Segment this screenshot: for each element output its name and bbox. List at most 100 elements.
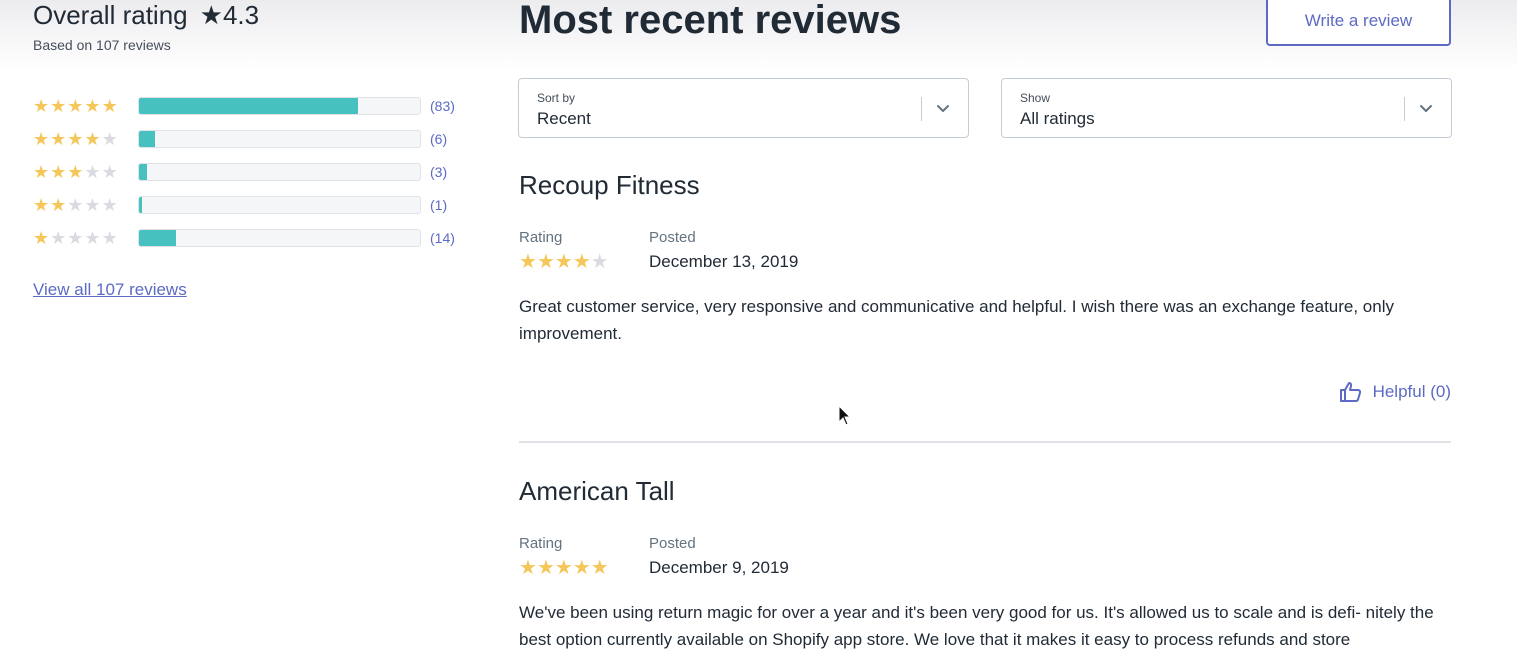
distribution-bar [138,129,421,148]
mouse-cursor-icon [838,405,852,426]
sort-by-value: Recent [537,109,591,128]
star-icon: ★ [33,161,50,182]
star-icon: ★ [67,227,84,248]
distribution-count[interactable]: (83) [430,98,455,114]
star-icon: ★ [33,194,50,215]
distribution-count[interactable]: (14) [430,230,455,246]
star-icon: ★ [572,557,591,579]
star-icon: ★ [67,128,84,149]
helpful-label: Helpful (0) [1372,382,1451,401]
star-icon: ★ [101,161,118,182]
review-card: Recoup Fitness Rating ★ ★ ★ ★ ★ Posted Decem… [519,170,1451,420]
star-icon: ★ [50,161,67,182]
star-icon: ★ [84,194,101,215]
write-review-button[interactable]: Write a review [1266,0,1451,46]
show-label: Show [1020,91,1051,105]
posted-label: Posted [649,535,696,552]
distribution-count[interactable]: (1) [430,197,447,213]
star-icon: ★ [536,251,555,273]
review-body: Great customer service, very responsive … [519,297,1394,343]
star-icon: ★ [199,0,223,30]
review-rating: Rating ★ ★ ★ ★ ★ [519,229,649,272]
star-icon: ★ [554,557,573,579]
page-title: Most recent reviews [519,0,902,42]
star-icon: ★ [536,557,555,579]
star-icon: ★ [50,128,67,149]
distribution-bar-fill [139,97,359,114]
posted-label: Posted [649,229,696,246]
review-meta: Rating ★ ★ ★ ★ ★ Posted December 9, 2019 [519,535,789,578]
star-icon: ★ [101,194,118,215]
star-icon: ★ [33,95,50,116]
rating-label: Rating [519,535,563,552]
star-icon: ★ [50,95,67,116]
average-rating: ★4.3 [200,0,259,31]
review-date: December 9, 2019 [649,558,789,577]
helpful-button[interactable]: Helpful (0) [1339,380,1451,404]
distribution-count[interactable]: (3) [430,164,447,180]
rating-distribution: ★ ★ ★ ★ ★ (83) ★ ★ ★ ★ ★ (6) ★ ★ ★ ★ ★ (3) ★ ★ ★ ★ ★ (1)… [33,89,473,254]
select-divider [1404,97,1405,121]
distribution-row-1[interactable]: ★ ★ ★ ★ ★ (14) [33,221,473,254]
review-divider [519,441,1451,443]
rating-label: Rating [519,229,563,246]
review-body: We've been using return magic for over a… [519,603,1434,649]
star-icon: ★ [590,557,609,579]
star-rating: ★ ★ ★ ★ ★ [33,229,138,247]
review-meta: Rating ★ ★ ★ ★ ★ Posted December 13, 2019 [519,229,798,272]
star-icon: ★ [67,161,84,182]
distribution-bar-fill [139,229,176,246]
distribution-row-2[interactable]: ★ ★ ★ ★ ★ (1) [33,188,473,221]
star-icon: ★ [33,227,50,248]
distribution-bar [138,162,421,181]
chevron-down-icon [1420,105,1432,112]
select-divider [921,97,922,121]
show-value: All ratings [1020,109,1095,128]
overall-rating-label: Overall rating [33,0,188,30]
distribution-row-3[interactable]: ★ ★ ★ ★ ★ (3) [33,155,473,188]
review-rating: Rating ★ ★ ★ ★ ★ [519,535,649,578]
star-icon: ★ [84,128,101,149]
star-icon: ★ [67,194,84,215]
star-icon: ★ [590,251,609,273]
show-ratings-select[interactable]: Show All ratings [1001,78,1452,138]
star-icon: ★ [101,95,118,116]
review-posted: Posted December 9, 2019 [649,535,789,578]
star-rating: ★ ★ ★ ★ ★ [33,196,138,214]
star-icon: ★ [67,95,84,116]
star-rating: ★ ★ ★ ★ ★ [33,97,138,115]
distribution-bar [138,228,421,247]
distribution-row-5[interactable]: ★ ★ ★ ★ ★ (83) [33,89,473,122]
star-icon: ★ [519,251,537,273]
distribution-row-4[interactable]: ★ ★ ★ ★ ★ (6) [33,122,473,155]
star-rating: ★ ★ ★ ★ ★ [33,130,138,148]
review-date: December 13, 2019 [649,252,799,271]
thumbs-up-icon [1339,382,1361,402]
distribution-bar-fill [139,130,155,147]
review-card: American Tall Rating ★ ★ ★ ★ ★ Posted Decemb… [519,476,1451,664]
star-icon: ★ [84,227,101,248]
star-icon: ★ [101,227,118,248]
view-all-reviews-link[interactable]: View all 107 reviews [33,280,187,300]
chevron-down-icon [937,105,949,112]
review-stars: ★ ★ ★ ★ ★ [519,252,649,272]
distribution-bar [138,96,421,115]
overall-rating-heading: Overall rating ★4.3 [33,0,259,31]
star-icon: ★ [554,251,573,273]
distribution-bar-fill [139,163,147,180]
average-rating-value: 4.3 [222,0,260,30]
review-count-caption: Based on 107 reviews [33,37,171,53]
star-icon: ★ [101,128,118,149]
star-icon: ★ [50,227,67,248]
star-icon: ★ [33,128,50,149]
distribution-bar-fill [139,196,142,213]
review-store-name: American Tall [519,476,675,506]
review-posted: Posted December 13, 2019 [649,229,798,272]
star-icon: ★ [84,161,101,182]
distribution-bar [138,195,421,214]
sort-by-select[interactable]: Sort by Recent [518,78,969,138]
distribution-count[interactable]: (6) [430,131,447,147]
sort-by-label: Sort by [537,91,576,105]
star-icon: ★ [84,95,101,116]
review-stars: ★ ★ ★ ★ ★ [519,558,649,578]
